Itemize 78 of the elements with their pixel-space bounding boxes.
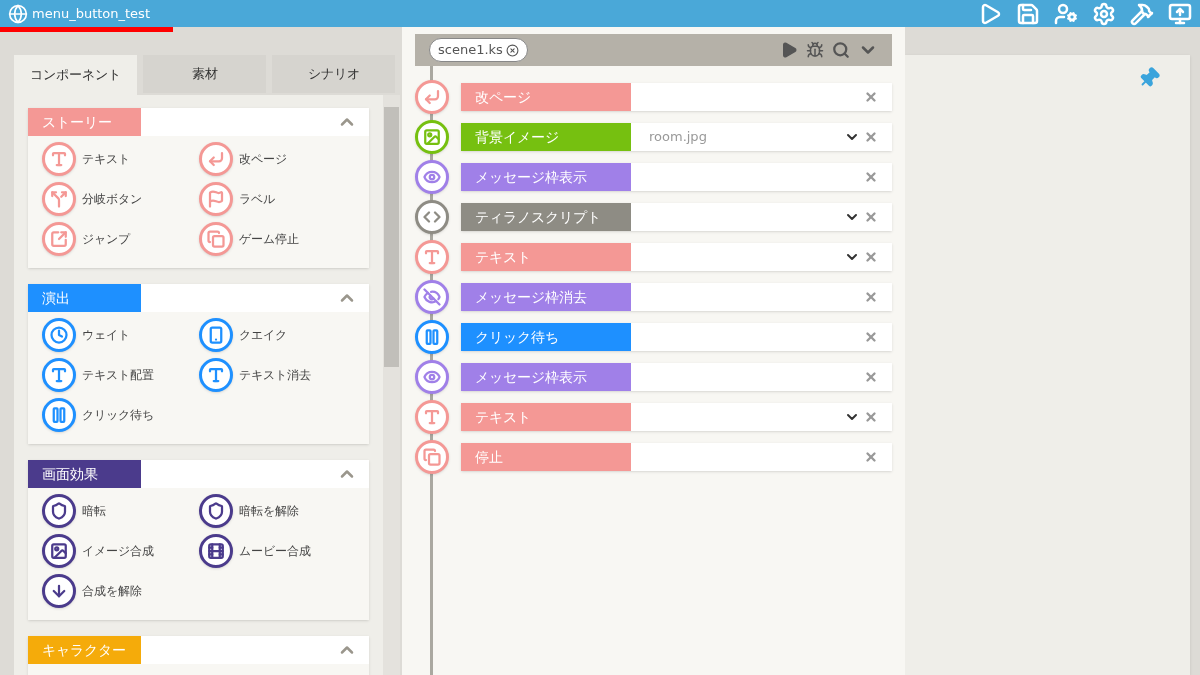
pause-icon: [42, 398, 76, 432]
text-icon: [42, 142, 76, 176]
command-label: テキスト: [461, 403, 631, 431]
component-item[interactable]: テキスト消去: [198, 358, 355, 392]
text-icon: [415, 240, 449, 274]
delete-icon[interactable]: [864, 410, 878, 424]
scrollbar[interactable]: [383, 95, 400, 675]
eye-icon: [415, 360, 449, 394]
command-label: メッセージ枠消去: [461, 283, 631, 311]
command-label: メッセージ枠表示: [461, 363, 631, 391]
text-icon: [42, 358, 76, 392]
delete-icon[interactable]: [864, 450, 878, 464]
shaking-device-icon: [198, 318, 233, 352]
command-label: 停止: [461, 443, 631, 471]
settings-icon[interactable]: [1092, 1, 1116, 26]
text-icon: [198, 358, 233, 392]
component-item[interactable]: 改ページ: [198, 142, 355, 176]
section-title: 演出: [28, 284, 141, 312]
save-icon[interactable]: [1016, 1, 1040, 26]
component-item[interactable]: 暗転を解除: [198, 494, 355, 528]
window-title: menu_button_test: [32, 4, 150, 23]
component-item[interactable]: ラベル: [198, 182, 355, 216]
component-item[interactable]: テキスト配置: [42, 358, 199, 392]
delete-icon[interactable]: [864, 330, 878, 344]
search-icon[interactable]: [832, 41, 850, 59]
eye-off-icon: [415, 280, 449, 314]
command-label: クリック待ち: [461, 323, 631, 351]
panel-tab[interactable]: コンポーネント: [14, 55, 137, 95]
image-icon: [415, 120, 449, 154]
component-item[interactable]: クリック待ち: [42, 398, 199, 432]
pause-icon: [415, 320, 449, 354]
shield-icon: [198, 494, 233, 528]
delete-icon[interactable]: [864, 90, 878, 104]
section-title: ストーリー: [28, 108, 141, 136]
delete-icon[interactable]: [864, 370, 878, 384]
code-icon: [415, 200, 449, 234]
panel-tab[interactable]: 素材: [143, 55, 266, 93]
windows-icon: [198, 222, 233, 256]
component-item[interactable]: テキスト: [42, 142, 199, 176]
eye-icon: [415, 160, 449, 194]
delete-icon[interactable]: [864, 170, 878, 184]
user-settings-icon[interactable]: [1054, 1, 1078, 26]
windows-icon: [415, 440, 449, 474]
section-title: 画面効果: [28, 460, 141, 488]
component-item[interactable]: 合成を解除: [42, 574, 199, 608]
command-label: ティラノスクリプト: [461, 203, 631, 231]
file-tab[interactable]: scene1.ks: [429, 38, 528, 62]
component-item[interactable]: ムービー合成: [198, 534, 355, 568]
component-item[interactable]: ジャンプ: [42, 222, 199, 256]
command-value: room.jpg: [649, 128, 707, 147]
delete-icon[interactable]: [864, 250, 878, 264]
close-icon[interactable]: [505, 43, 519, 57]
component-item[interactable]: クエイク: [198, 318, 355, 352]
delete-icon[interactable]: [864, 210, 878, 224]
play-icon[interactable]: [780, 41, 798, 59]
command-label: メッセージ枠表示: [461, 163, 631, 191]
shield-icon: [42, 494, 76, 528]
text-icon: [415, 400, 449, 434]
app-logo-icon: [8, 3, 28, 24]
section-title: キャラクター: [28, 636, 141, 664]
bug-icon[interactable]: [806, 41, 824, 59]
component-item[interactable]: イメージ合成: [42, 534, 199, 568]
film-icon: [198, 534, 233, 568]
component-item[interactable]: ゲーム停止: [198, 222, 355, 256]
delete-icon[interactable]: [864, 290, 878, 304]
panel-tab[interactable]: シナリオ: [272, 55, 395, 93]
command-label: 改ページ: [461, 83, 631, 111]
flag-icon: [198, 182, 233, 216]
component-item[interactable]: 分岐ボタン: [42, 182, 199, 216]
delete-icon[interactable]: [864, 130, 878, 144]
hammer-icon[interactable]: [1130, 1, 1154, 26]
image-icon: [42, 534, 76, 568]
command-label: 背景イメージ: [461, 123, 631, 151]
component-item[interactable]: 暗転: [42, 494, 199, 528]
screen-exit-icon[interactable]: [1168, 1, 1192, 26]
component-item[interactable]: ウェイト: [42, 318, 199, 352]
clock-icon: [42, 318, 76, 352]
command-label: テキスト: [461, 243, 631, 271]
